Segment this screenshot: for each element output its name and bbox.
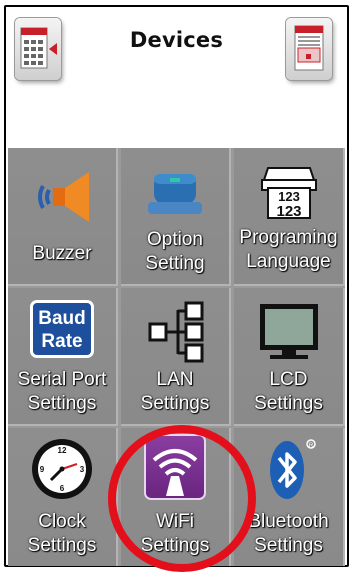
svg-text:6: 6	[60, 484, 65, 493]
tile-label: WiFi Settings	[140, 511, 210, 556]
baud-text: Baud	[38, 308, 86, 329]
speaker-icon	[38, 172, 89, 222]
svg-text:9: 9	[40, 465, 45, 474]
tile-label: Programing Language	[239, 227, 338, 272]
tile-label: Bluetooth Settings	[248, 511, 329, 556]
printer-123-icon: 123 123	[260, 167, 317, 220]
svg-text:R: R	[308, 443, 313, 449]
tile-label: LAN Settings	[140, 369, 210, 414]
tile-bluetooth-settings[interactable]: R Bluetooth Settings	[234, 428, 345, 566]
tile-option-setting[interactable]: Option Setting	[121, 148, 231, 286]
tile-serial-port-settings[interactable]: Baud Rate Serial Port Settings	[8, 288, 118, 426]
wifi-icon	[144, 434, 206, 500]
tile-lcd-settings[interactable]: LCD Settings	[234, 288, 345, 426]
svg-text:123: 123	[276, 203, 301, 220]
tile-label: LCD Settings	[254, 369, 323, 414]
tile-programing-language[interactable]: 123 123 Programing Language	[234, 148, 345, 286]
svg-text:123: 123	[278, 189, 300, 204]
baud-rate-icon: Baud Rate	[30, 300, 94, 358]
settings-grid: Buzzer Option Setting 123 123 Programing…	[8, 148, 345, 566]
bluetooth-icon: R	[269, 439, 316, 499]
clock-icon: 12 3 6 9	[32, 439, 92, 499]
document-icon	[294, 25, 324, 71]
tile-buzzer[interactable]: Buzzer	[8, 148, 118, 286]
tile-label: Serial Port Settings	[17, 369, 107, 414]
tile-label: Option Setting	[145, 229, 205, 274]
network-tree-icon	[148, 301, 204, 363]
roller-icon	[148, 174, 202, 214]
tile-wifi-settings[interactable]: WiFi Settings	[121, 428, 231, 566]
rate-text: Rate	[41, 331, 83, 352]
svg-text:12: 12	[58, 446, 67, 455]
monitor-icon	[259, 304, 318, 359]
svg-text:3: 3	[80, 465, 85, 474]
document-button[interactable]	[286, 18, 332, 80]
tile-clock-settings[interactable]: 12 3 6 9 Clock Settings	[8, 428, 118, 566]
tile-lan-settings[interactable]: LAN Settings	[121, 288, 231, 426]
tile-label: Clock Settings	[27, 511, 97, 556]
tile-label: Buzzer	[32, 243, 92, 264]
